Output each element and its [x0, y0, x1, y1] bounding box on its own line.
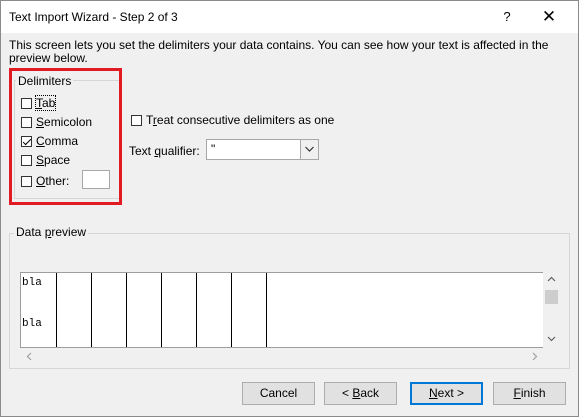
window-title: Text Import Wizard - Step 2 of 3	[9, 10, 178, 24]
highlight-box	[9, 68, 122, 205]
chevron-right-icon	[532, 352, 538, 361]
preview-row: bla	[22, 277, 42, 289]
scroll-up-icon[interactable]	[543, 274, 560, 287]
column-divider[interactable]	[231, 273, 232, 347]
preview-horizontal-scrollbar[interactable]	[20, 348, 544, 365]
chevron-left-icon	[26, 352, 32, 361]
close-icon[interactable]: ✕	[534, 5, 564, 29]
column-divider[interactable]	[266, 273, 267, 347]
cancel-button[interactable]: Cancel	[242, 382, 315, 405]
column-divider[interactable]	[91, 273, 92, 347]
scroll-left-icon[interactable]	[24, 351, 34, 365]
text-qualifier-value: "	[211, 142, 216, 156]
back-button[interactable]: < Back	[324, 382, 397, 405]
consecutive-checkbox-row[interactable]: Treat consecutive delimiters as one	[131, 112, 334, 128]
column-divider[interactable]	[196, 273, 197, 347]
scroll-thumb[interactable]	[545, 290, 558, 304]
preview-vertical-scrollbar[interactable]	[543, 272, 560, 348]
preview-row: bla	[22, 318, 42, 330]
data-preview-grid[interactable]: bla bla	[20, 272, 544, 348]
column-divider[interactable]	[161, 273, 162, 347]
data-preview-label: Data preview	[14, 225, 89, 239]
consecutive-label: Treat consecutive delimiters as one	[146, 113, 335, 127]
help-icon[interactable]: ?	[495, 5, 519, 29]
title-bar[interactable]: Text Import Wizard - Step 2 of 3 ? ✕	[1, 1, 578, 33]
step-description: This screen lets you set the delimiters …	[9, 38, 549, 65]
column-divider[interactable]	[126, 273, 127, 347]
text-qualifier-label: Text qualifier:	[129, 144, 200, 158]
text-qualifier-select[interactable]: "	[206, 139, 319, 160]
chevron-up-icon	[547, 276, 556, 282]
consecutive-checkbox[interactable]	[131, 114, 142, 126]
column-divider[interactable]	[56, 273, 57, 347]
scroll-down-icon[interactable]	[543, 334, 560, 347]
finish-button[interactable]: Finish	[493, 382, 566, 405]
dropdown-button[interactable]	[300, 140, 318, 159]
chevron-down-icon	[547, 336, 556, 342]
text-import-wizard-dialog: Text Import Wizard - Step 2 of 3 ? ✕ Thi…	[0, 0, 579, 417]
next-button[interactable]: Next >	[410, 382, 483, 405]
scroll-right-icon[interactable]	[530, 351, 540, 365]
chevron-down-icon	[305, 146, 314, 152]
